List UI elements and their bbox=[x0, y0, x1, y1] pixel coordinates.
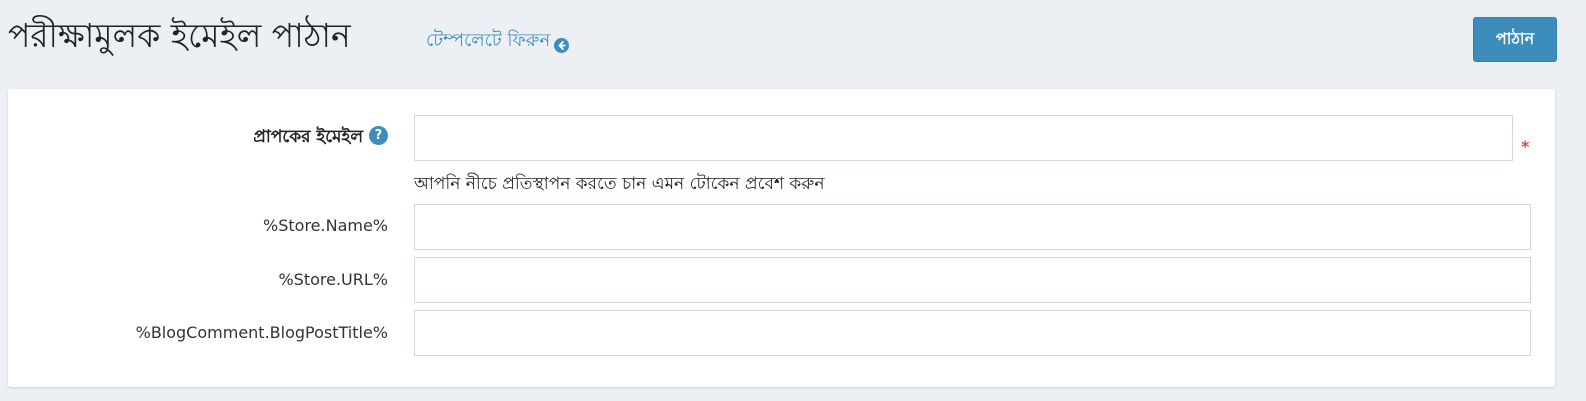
token-hint-text: আপনি নীচে প্রতিস্থাপন করতে চান এমন টোকেন… bbox=[414, 174, 825, 194]
recipient-email-input[interactable] bbox=[414, 115, 1513, 161]
recipient-email-label-text: প্রাপকের ইমেইল bbox=[253, 127, 363, 147]
token-label-blog-post-title: %BlogComment.BlogPostTitle% bbox=[135, 323, 388, 342]
required-asterisk: * bbox=[1521, 137, 1530, 156]
back-to-template-link[interactable]: টেম্পলেটে ফিরুন bbox=[426, 28, 570, 54]
arrow-circle-left-icon bbox=[554, 35, 570, 53]
token-input-store-name[interactable] bbox=[414, 204, 1531, 250]
recipient-email-label: প্রাপকের ইমেইল? bbox=[253, 124, 388, 152]
question-help-icon[interactable]: ? bbox=[369, 125, 388, 145]
back-link-label: টেম্পলেটে ফিরুন bbox=[426, 30, 551, 51]
token-input-blog-post-title[interactable] bbox=[414, 310, 1531, 356]
token-label-store-url: %Store.URL% bbox=[278, 270, 388, 289]
page-header: পরীক্ষামুলক ইমেইল পাঠান টেম্পলেটে ফিরুন … bbox=[0, 0, 1586, 88]
token-input-store-url[interactable] bbox=[414, 257, 1531, 303]
page-title: পরীক্ষামুলক ইমেইল পাঠান bbox=[8, 16, 351, 55]
token-label-store-name: %Store.Name% bbox=[263, 216, 388, 235]
send-button[interactable]: পাঠান bbox=[1473, 17, 1557, 62]
